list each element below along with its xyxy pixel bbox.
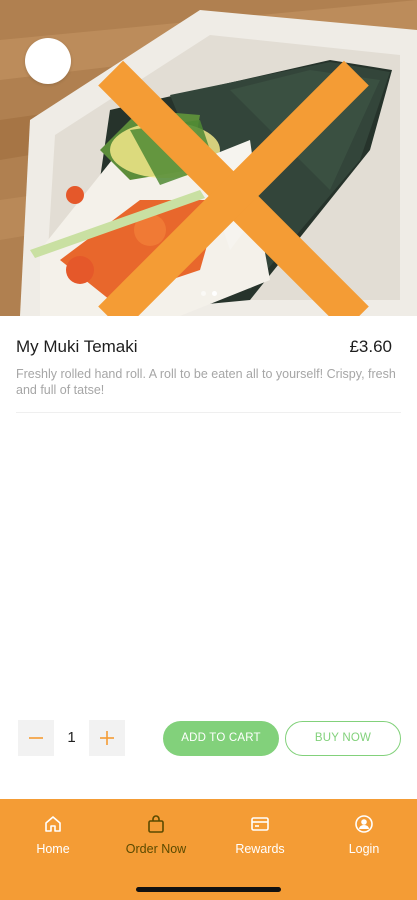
home-indicator — [136, 887, 281, 892]
quantity-decrease-button[interactable] — [18, 720, 54, 756]
bottom-nav: Home Order Now Rewards Login — [0, 799, 417, 900]
product-image — [0, 0, 417, 316]
quantity-value: 1 — [67, 729, 76, 746]
nav-label-order-now: Order Now — [125, 842, 187, 856]
product-title: My Muki Temaki — [16, 337, 138, 356]
nav-label-home: Home — [36, 842, 70, 856]
divider — [16, 412, 401, 413]
carousel-dot[interactable] — [200, 291, 206, 296]
user-icon — [355, 815, 373, 833]
close-button[interactable] — [25, 38, 369, 316]
minus-icon — [29, 737, 43, 739]
nav-item-rewards[interactable]: Rewards — [215, 813, 305, 856]
close-icon — [98, 60, 369, 316]
product-description: Freshly rolled hand roll. A roll to be e… — [16, 367, 396, 397]
carousel-dot-active[interactable] — [211, 291, 217, 296]
add-to-cart-button[interactable]: ADD TO CART — [163, 721, 279, 756]
carousel-indicator — [0, 291, 417, 296]
nav-item-home[interactable]: Home — [8, 813, 98, 856]
product-price: £3.60 — [349, 337, 392, 356]
home-icon — [45, 816, 61, 832]
nav-label-rewards: Rewards — [235, 842, 285, 856]
plus-icon — [100, 731, 114, 745]
nav-label-login: Login — [348, 842, 380, 856]
nav-item-login[interactable]: Login — [319, 813, 409, 856]
bag-icon — [148, 815, 164, 833]
buy-now-button[interactable]: BUY NOW — [285, 721, 401, 756]
nav-item-order-now[interactable]: Order Now — [111, 813, 201, 856]
quantity-increase-button[interactable] — [89, 720, 125, 756]
card-icon — [251, 817, 269, 831]
